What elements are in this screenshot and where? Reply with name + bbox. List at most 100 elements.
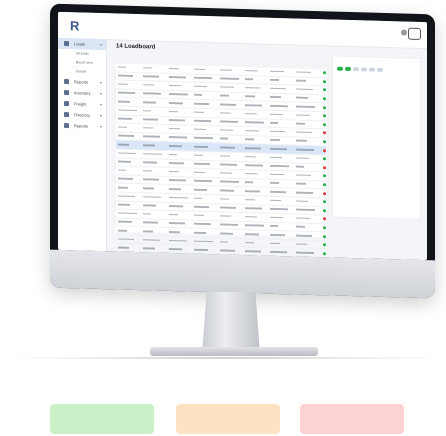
column-header[interactable] [303,61,326,70]
cell-text-placeholder [295,88,313,91]
cell-text-placeholder [295,114,310,117]
cell-text-placeholder [219,129,233,132]
box-icon [64,90,69,96]
table-cell [243,104,268,108]
cell-text-placeholder [143,135,161,138]
table-cell [294,225,319,229]
table-cell [192,85,217,89]
cell-text-placeholder [168,205,183,208]
cell-text-placeholder [168,230,180,233]
cell-text-placeholder [168,248,182,251]
table-cell [141,213,166,217]
cell-text-placeholder [168,67,179,70]
cell-text-placeholder [168,222,185,225]
status-step[interactable] [345,66,351,72]
column-header[interactable] [256,59,279,68]
cell-text-placeholder [219,112,231,114]
table-cell [268,96,293,100]
cell-text-placeholder [194,231,207,234]
cell-text-placeholder [219,249,235,252]
cell-text-placeholder [143,75,160,78]
table-cell [167,239,192,243]
sidebar-item-loads[interactable]: Loads ▾ [58,37,106,51]
table-cell [192,180,217,184]
scene: R Loads ▾ All loads Board view Details R… [0,0,446,436]
column-header[interactable] [139,56,162,65]
cell-text-placeholder [143,101,157,104]
column-header[interactable] [279,60,302,69]
table-cell [294,157,319,161]
table-cell [268,104,293,108]
detail-row [337,93,416,99]
column-header[interactable] [233,59,256,68]
table-cell [294,200,319,204]
cell-text-placeholder [168,84,181,87]
avatar-icon[interactable] [401,29,407,36]
table-cell [268,173,293,177]
cell-text-placeholder [295,157,309,160]
table-body [116,63,326,261]
cell-text-placeholder [244,78,253,81]
status-dot [323,183,326,187]
cell-text-placeholder [244,190,260,193]
cell-text-placeholder [244,104,262,107]
cell-text-placeholder [194,248,209,251]
table-cell [167,222,192,226]
status-step[interactable] [369,67,375,72]
cell-text-placeholder [295,243,307,245]
table-cell [218,77,243,81]
status-step[interactable] [353,67,359,72]
green-swatch [50,404,154,434]
table-cell [294,114,319,118]
cell-text-placeholder [143,195,162,198]
cell-text-placeholder [270,79,280,81]
cell-text-placeholder [168,239,187,242]
sidebar-item-reports-2[interactable]: Reports ▾ [58,120,106,132]
cell-text-placeholder [219,206,236,209]
table-cell [141,75,166,79]
cell-text-placeholder [143,92,162,95]
table-cell [218,103,243,107]
table-cell [268,242,293,246]
status-step[interactable] [377,67,383,72]
table-cell [192,102,217,106]
table-cell [294,174,319,178]
column-header[interactable] [209,58,232,67]
detail-panel [332,55,421,220]
chevron-down-icon: ▾ [99,113,102,119]
table-cell [218,223,243,227]
cell-text-placeholder [118,117,132,120]
table-cell [116,143,141,147]
status-step[interactable] [337,66,343,71]
detail-row [337,75,416,81]
status-step[interactable] [361,67,367,72]
cell-text-placeholder [143,127,154,129]
cell-text-placeholder [168,76,186,79]
help-button[interactable] [408,27,421,40]
cell-text-placeholder [143,213,152,215]
column-header[interactable] [163,57,186,66]
column-header[interactable] [186,57,209,66]
detail-status-steps [333,65,420,75]
table-cell [268,182,293,186]
cell-text-placeholder [168,144,182,147]
table-cell [141,101,166,105]
table-cell [294,131,319,135]
report-icon [64,123,69,129]
table-cell [167,248,192,252]
table-cell [116,246,141,250]
cell-text-placeholder [244,112,257,115]
table-cell [116,203,141,207]
cell-text-placeholder [168,110,178,113]
column-header[interactable] [116,55,139,64]
cell-text-placeholder [118,195,135,198]
cell-text-placeholder [270,122,279,124]
table-cell [243,241,268,245]
cell-text-placeholder [118,92,135,95]
table-cell [141,230,166,234]
cell-text-placeholder [219,146,235,149]
table-cell [268,190,293,194]
table-cell [141,152,166,156]
sidebar-item-label: Reports [74,123,89,129]
table-cell [218,94,243,98]
